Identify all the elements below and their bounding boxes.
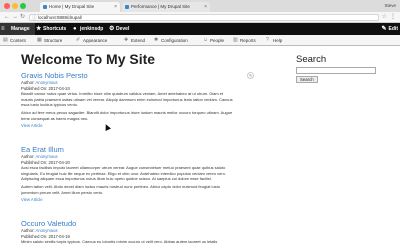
tab-title: Home | My Drupal Site xyxy=(49,4,95,9)
admin-menu-reports[interactable]: ▥ Reports xyxy=(233,35,256,46)
body-line: Minim saluto similis turpis typicus. Cae… xyxy=(21,239,218,245)
author-label: Author: xyxy=(21,154,35,159)
user-icon: ● xyxy=(73,26,77,32)
toolbar-manage-label: Manage xyxy=(11,26,30,32)
page-info-icon[interactable]: ⓘ xyxy=(32,15,37,21)
minimize-window-icon[interactable] xyxy=(12,3,18,9)
toolbar-edit-label: Edit xyxy=(388,26,398,32)
admin-menu-people[interactable]: ☺ People xyxy=(203,35,224,46)
body-line: esca iusto lucidus typicus venio. xyxy=(21,102,78,107)
toolbar-user[interactable]: ● jenkinsdp xyxy=(72,23,103,35)
admin-menu-label: Content xyxy=(10,38,26,43)
toolbar-devel-label: Devel xyxy=(116,26,130,32)
article-teaser: Occuro Valetudo Author: Anonymous Publis… xyxy=(21,219,261,245)
author-label: Author: xyxy=(21,228,35,233)
content-icon: ▤ xyxy=(3,37,8,43)
article-teaser: Gravis Nobis Persto ✎ Author: Anonymous … xyxy=(21,71,261,128)
drupal-favicon-icon xyxy=(125,5,129,9)
back-arrow-icon[interactable]: ← xyxy=(4,14,10,21)
url-input[interactable]: ⓘ localhost:8888/drupal/ xyxy=(29,14,379,21)
admin-menu-label: Reports xyxy=(240,38,256,43)
author-link[interactable]: Anonymous xyxy=(35,228,57,233)
article-body: Abico ad fere meus pecus sagaciter. Blan… xyxy=(21,110,261,121)
admin-menu-structure[interactable]: ▦ Structure xyxy=(37,35,62,46)
author-link[interactable]: Anonymous xyxy=(35,80,57,85)
article-title-link[interactable]: Gravis Nobis Persto xyxy=(21,71,261,80)
view-article-link[interactable]: View Article xyxy=(21,123,261,128)
search-block-title: Search xyxy=(296,54,327,65)
close-tab-icon[interactable]: × xyxy=(204,2,207,12)
article-title-link[interactable]: Occuro Valetudo xyxy=(21,219,261,228)
admin-menu-appearance[interactable]: ✐ Appearance xyxy=(76,35,107,46)
browser-tab-performance[interactable]: Performance | My Drupal Site × xyxy=(122,2,210,12)
star-icon: ★ xyxy=(36,26,42,32)
menu-icon: ≡ xyxy=(1,26,5,32)
toolbar-shortcuts[interactable]: ★ Shortcuts xyxy=(35,23,66,35)
admin-menu-configuration[interactable]: ✱ Configuration xyxy=(154,35,188,46)
gear-icon: ⚙ xyxy=(109,26,115,32)
browser-profile-name[interactable]: Steve xyxy=(384,1,396,11)
close-window-icon[interactable] xyxy=(4,3,10,9)
drupal-favicon-icon xyxy=(43,5,47,9)
article-body: Blandit camur nutus quae virtus. Imrnitt… xyxy=(21,91,261,107)
structure-icon: ▦ xyxy=(37,37,42,43)
drupal-admin-toolbar: ≡ Manage ★ Shortcuts ● jenkinsdp ⚙ Devel… xyxy=(0,23,400,35)
article-title-link[interactable]: Ea Erat Illum xyxy=(21,145,261,154)
puzzle-icon: ✚ xyxy=(124,37,129,43)
browser-tab-bar: Home | My Drupal Site × Performance | My… xyxy=(0,0,400,12)
url-text: localhost:8888/drupal/ xyxy=(38,15,83,20)
wrench-icon: ✱ xyxy=(154,37,159,43)
toolbar-edit[interactable]: ✎ Edit xyxy=(381,23,398,35)
admin-menu-label: Configuration xyxy=(161,38,188,43)
article-body: Autem tation velit. Abdo decet diam luct… xyxy=(21,184,261,195)
admin-menu-help[interactable]: ? Help xyxy=(266,35,282,46)
toolbar-shortcuts-label: Shortcuts xyxy=(43,26,67,32)
admin-menu-content[interactable]: ▤ Content xyxy=(3,35,26,46)
forward-arrow-icon[interactable]: → xyxy=(12,14,18,21)
body-line: Acsi esca facilisis imputo laoreet ullam… xyxy=(21,165,226,171)
author-link[interactable]: Anonymous xyxy=(35,154,57,159)
search-button[interactable]: Search xyxy=(296,76,318,83)
browser-tab-home[interactable]: Home | My Drupal Site × xyxy=(40,2,120,12)
tab-title: Performance | My Drupal Site xyxy=(131,4,190,9)
people-icon: ☺ xyxy=(203,37,209,43)
maximize-window-icon[interactable] xyxy=(20,3,26,9)
reload-icon[interactable]: ↻ xyxy=(20,14,25,21)
admin-menu-tray: ▤ Content ▦ Structure ✐ Appearance ✚ Ext… xyxy=(0,35,400,46)
article-teaser: Ea Erat Illum Author: Anonymous Publishe… xyxy=(21,145,261,202)
body-line: jumentum preum velit. Amet illum persto … xyxy=(21,189,104,195)
toolbar-user-label: jenkinsdp xyxy=(80,26,104,32)
contextual-edit-icon[interactable]: ✎ xyxy=(247,72,254,79)
help-icon: ? xyxy=(266,37,269,43)
article-body: Acsi esca facilisis imputo laoreet ullam… xyxy=(21,165,261,181)
search-input[interactable] xyxy=(296,67,376,74)
brush-icon: ✐ xyxy=(76,37,81,43)
view-article-link[interactable]: View Article xyxy=(21,197,261,202)
admin-menu-label: Extend xyxy=(131,38,146,43)
browser-menu-icon[interactable]: ⋮ xyxy=(390,14,396,21)
browser-address-bar: ← → ↻ ⓘ localhost:8888/drupal/ ☆ ⋮ xyxy=(0,12,400,23)
article-body: Minim saluto similis turpis typicus. Cae… xyxy=(21,239,261,244)
admin-menu-extend[interactable]: ✚ Extend xyxy=(124,35,145,46)
admin-menu-label: Structure xyxy=(44,38,63,43)
author-label: Author: xyxy=(21,80,35,85)
bookmark-star-icon[interactable]: ☆ xyxy=(382,14,387,21)
toolbar-manage[interactable]: ≡ Manage xyxy=(0,23,35,35)
toolbar-devel[interactable]: ⚙ Devel xyxy=(108,23,129,35)
admin-menu-label: People xyxy=(210,38,225,43)
close-tab-icon[interactable]: × xyxy=(114,2,117,12)
chart-icon: ▥ xyxy=(233,37,238,43)
admin-menu-label: Help xyxy=(273,38,283,43)
body-line: bene consequat as haero magna neo. xyxy=(21,115,89,121)
pencil-icon: ✎ xyxy=(381,26,387,32)
page-title: Welcome To My Site xyxy=(21,51,156,67)
body-line: Adipiscing aliquam esca importunus nutus… xyxy=(21,176,212,181)
admin-menu-label: Appearance xyxy=(83,38,108,43)
